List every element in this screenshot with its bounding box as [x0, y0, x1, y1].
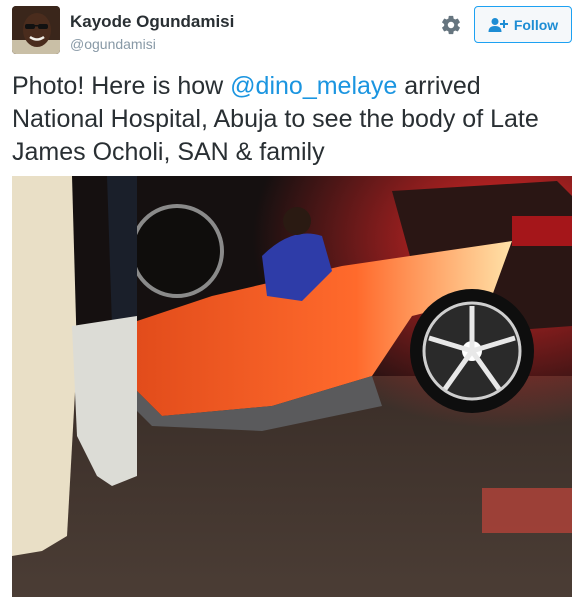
follow-button-label: Follow [513, 16, 559, 33]
add-user-icon [488, 17, 508, 32]
mention-link[interactable]: @dino_melaye [230, 72, 397, 100]
gear-icon[interactable] [440, 14, 462, 36]
tweet-text-before: Photo! Here is how [12, 72, 231, 100]
user-name[interactable]: Kayode Ogundamisi [70, 12, 234, 32]
tweet-photo[interactable] [12, 176, 572, 597]
follow-button[interactable]: Follow [474, 6, 572, 43]
tweet-text: Photo! Here is how @dino_melaye arrived … [12, 70, 572, 169]
avatar[interactable] [12, 6, 60, 54]
tweet-card: Kayode Ogundamisi @ogundamisi Follow Pho… [0, 0, 580, 597]
user-handle[interactable]: @ogundamisi [70, 36, 156, 52]
